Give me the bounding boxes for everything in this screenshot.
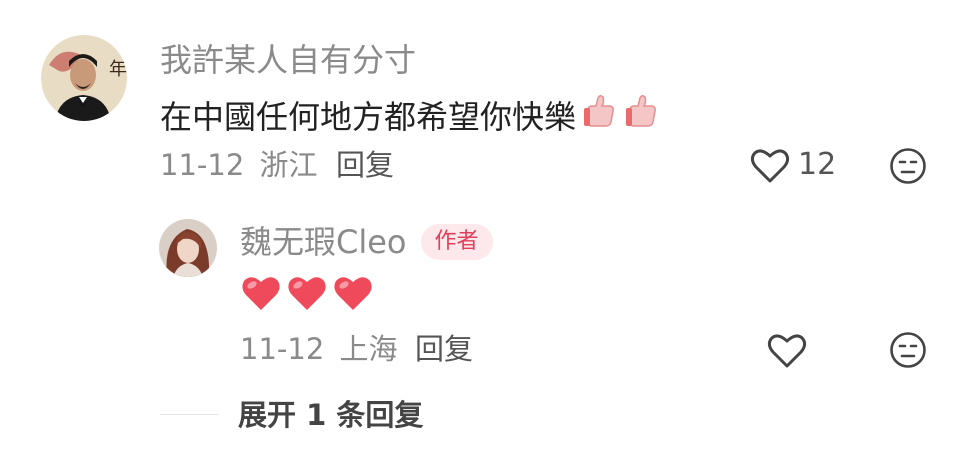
red-heart-emoji-icon: [288, 277, 326, 310]
commenter-portrait-image: 年: [41, 35, 127, 121]
expand-replies-button[interactable]: 展开 1 条回复: [238, 397, 423, 433]
author-badge: 作者: [420, 224, 493, 260]
comment-text: 在中國任何地方都希望你快樂: [160, 97, 577, 136]
author-username[interactable]: 魏无瑕Cleo: [240, 222, 407, 262]
comment-date: 11-12: [160, 148, 245, 182]
like-count: 12: [798, 147, 837, 182]
comment-text-row: 在中國任何地方都希望你快樂: [160, 92, 660, 141]
reply-reply-button[interactable]: 回复: [415, 331, 473, 367]
reply-location: 上海: [339, 332, 398, 366]
author-portrait-image: [159, 219, 217, 277]
svg-text:年: 年: [109, 59, 127, 80]
comment-reply-button[interactable]: 回复: [336, 147, 394, 183]
reply-content: [240, 273, 374, 313]
thumbs-up-emoji-icon: [622, 92, 660, 141]
unamused-face-icon: [890, 148, 926, 184]
commenter-avatar[interactable]: 年: [41, 35, 127, 121]
red-heart-emoji-icon: [242, 277, 280, 310]
unamused-face-icon: [890, 332, 926, 368]
comment-meta: 11-12 浙江: [160, 147, 318, 183]
thumbs-up-emoji-icon: [580, 92, 618, 141]
reply-dislike-button[interactable]: [889, 331, 927, 373]
author-name-row: 魏无瑕Cleo 作者: [240, 222, 493, 262]
commenter-username[interactable]: 我許某人自有分寸: [160, 40, 416, 80]
heart-outline-icon: [767, 334, 807, 368]
reply-date: 11-12: [240, 332, 325, 366]
author-avatar[interactable]: [159, 219, 217, 277]
expand-divider: [160, 414, 218, 415]
comment-location: 浙江: [259, 148, 318, 182]
comment-like-button[interactable]: 12: [750, 146, 836, 184]
comment-dislike-button[interactable]: [889, 147, 927, 189]
reply-like-button[interactable]: [767, 331, 807, 373]
heart-outline-icon: [750, 149, 790, 183]
red-heart-emoji-icon: [334, 277, 372, 310]
reply-meta: 11-12 上海: [240, 331, 398, 367]
